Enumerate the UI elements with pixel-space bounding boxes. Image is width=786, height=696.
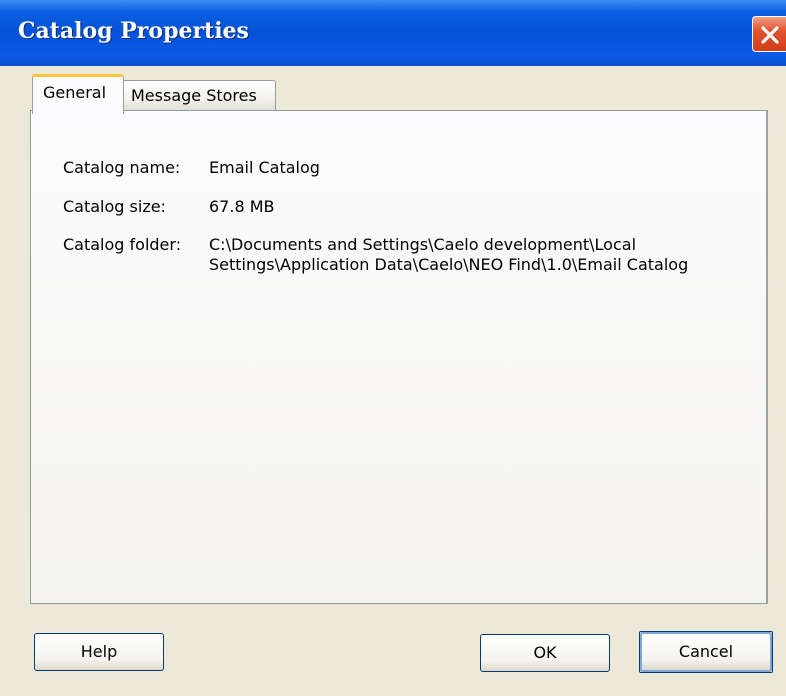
catalog-size-label: Catalog size: [63, 197, 166, 216]
help-button[interactable]: Help [34, 633, 164, 671]
catalog-name-value: Email Catalog [209, 158, 320, 177]
tab-general[interactable]: General [32, 74, 124, 114]
general-tab-panel: Catalog name: Email Catalog Catalog size… [30, 110, 768, 604]
tab-message-stores[interactable]: Message Stores [122, 80, 276, 110]
close-button[interactable] [752, 16, 786, 52]
catalog-folder-label: Catalog folder: [63, 235, 182, 254]
catalog-folder-value-line1: C:\Documents and Settings\Caelo developm… [209, 235, 637, 254]
catalog-properties-dialog: Catalog Properties General Message Store… [0, 0, 786, 696]
catalog-name-label: Catalog name: [63, 158, 181, 177]
cancel-button[interactable]: Cancel [639, 631, 773, 673]
ok-button[interactable]: OK [480, 634, 610, 672]
title-bar[interactable]: Catalog Properties [0, 0, 786, 66]
catalog-folder-value-line2: Settings\Application Data\Caelo\NEO Find… [209, 255, 689, 274]
tab-general-label: General [43, 83, 107, 102]
window-title: Catalog Properties [18, 18, 249, 44]
catalog-size-value: 67.8 MB [209, 197, 275, 216]
tab-message-stores-label: Message Stores [131, 86, 257, 105]
close-icon [761, 26, 779, 44]
